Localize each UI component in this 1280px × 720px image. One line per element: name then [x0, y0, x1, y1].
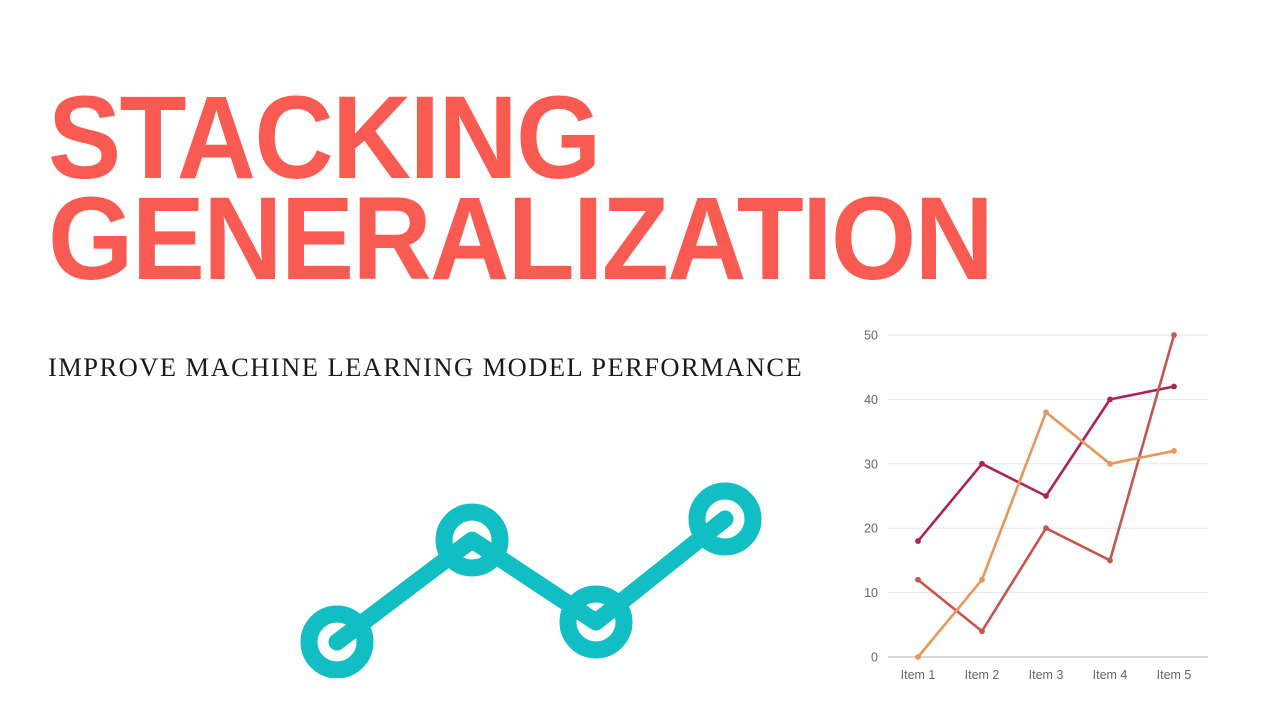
x-axis-tick-label: Item 3 — [1029, 668, 1064, 682]
y-axis-tick-label: 10 — [864, 586, 878, 600]
subtitle: IMPROVE MACHINE LEARNING MODEL PERFORMAN… — [48, 352, 804, 382]
chart-series-line — [916, 410, 1176, 659]
chart-data-point — [1107, 396, 1113, 403]
chart-series-line — [916, 333, 1176, 633]
y-axis-tick-label: 30 — [864, 457, 878, 471]
x-axis-tick-label: Item 2 — [965, 668, 1000, 682]
chart-data-point — [1043, 409, 1049, 416]
chart-y-axis-labels: 0 10 20 30 40 50 — [864, 329, 878, 665]
chart-data-point — [1107, 460, 1113, 467]
slide-canvas: STACKING GENERALIZATION IMPROVE MACHINE … — [0, 0, 1280, 720]
chart-data-point — [915, 538, 921, 544]
x-axis-tick-label: Item 1 — [901, 668, 936, 682]
chart-series — [915, 332, 1177, 660]
y-axis-tick-label: 40 — [864, 393, 878, 407]
line-chart-icon — [290, 478, 780, 679]
chart-data-point — [1043, 493, 1049, 499]
chart-data-point — [1107, 557, 1113, 564]
y-axis-tick-label: 20 — [864, 522, 878, 536]
line-chart: 0 10 20 30 40 50 Item 1 Item 2 Item 3 Item 4 Item… — [840, 312, 1220, 692]
chart-data-point — [979, 460, 985, 467]
chart-data-point — [915, 576, 921, 583]
chart-x-axis-labels: Item 1 Item 2 Item 3 Item 4 Item 5 — [901, 668, 1192, 682]
chart-data-point — [979, 628, 985, 635]
chart-data-point — [1043, 525, 1049, 532]
title-line-2: GENERALIZATION — [48, 172, 994, 305]
chart-data-point — [979, 576, 985, 583]
y-axis-tick-label: 0 — [871, 651, 878, 665]
chart-data-point — [1171, 383, 1177, 390]
y-axis-tick-label: 50 — [864, 329, 878, 343]
x-axis-tick-label: Item 4 — [1093, 668, 1128, 682]
chart-data-point — [1171, 332, 1177, 338]
x-axis-tick-label: Item 5 — [1157, 668, 1192, 682]
chart-data-point — [1171, 448, 1177, 454]
page-title: STACKING GENERALIZATION — [48, 79, 1038, 305]
chart-data-point — [915, 654, 921, 660]
